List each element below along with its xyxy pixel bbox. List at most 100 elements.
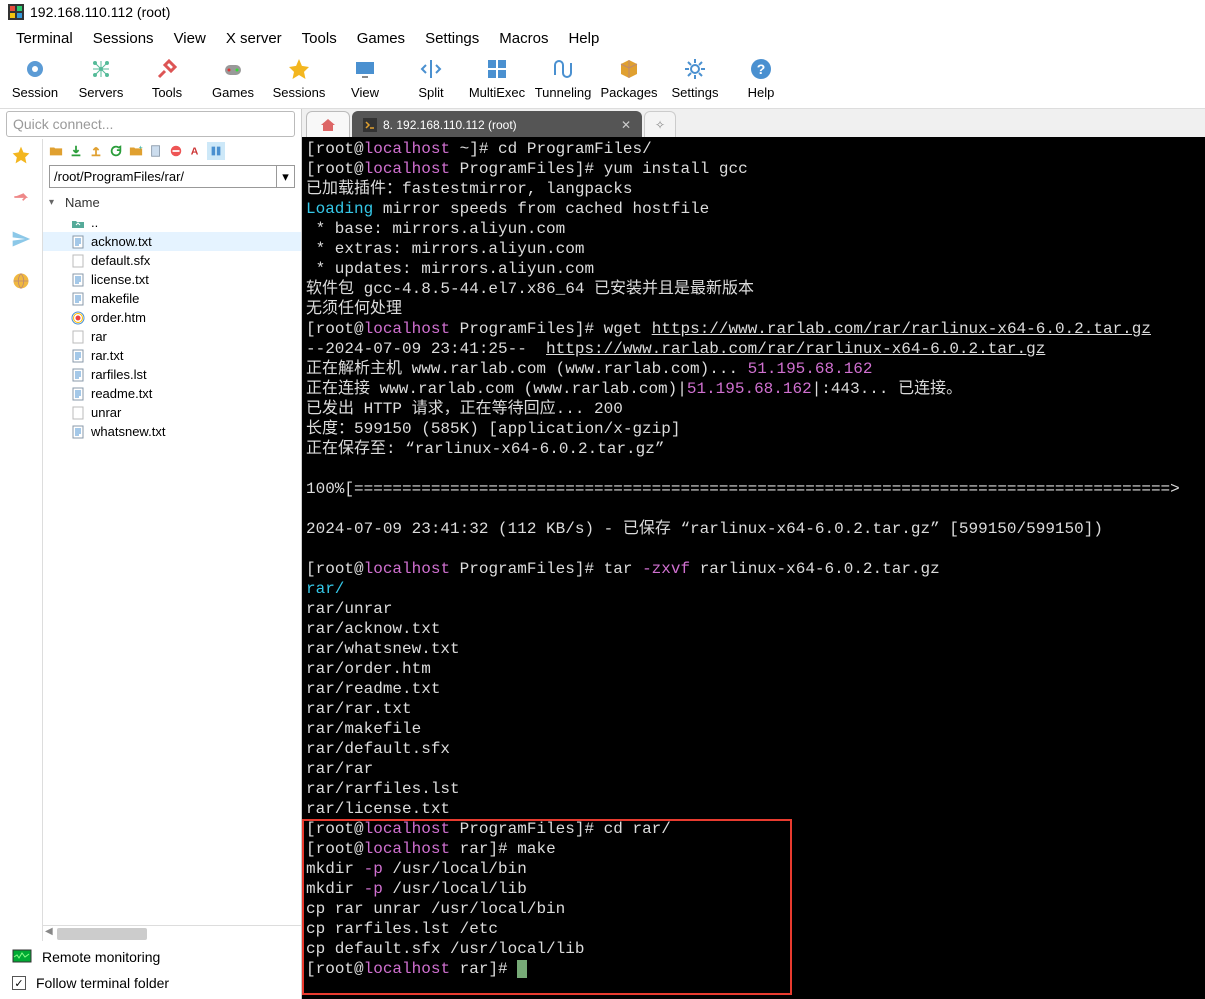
file-row[interactable]: readme.txt [43,384,301,403]
menu-help[interactable]: Help [558,26,609,51]
menu-settings[interactable]: Settings [415,26,489,51]
file-icon [71,235,85,249]
session-icon [23,57,47,81]
file-name: readme.txt [91,386,152,401]
games-icon [221,57,245,81]
file-name: acknow.txt [91,234,152,249]
remote-monitoring-row[interactable]: Remote monitoring [12,949,289,965]
app-logo-icon [8,4,24,20]
file-name: default.sfx [91,253,150,268]
toolbar-tools-button[interactable]: Tools [134,57,200,100]
toolbar-servers-button[interactable]: Servers [68,57,134,100]
file-tree-header[interactable]: Name [43,192,301,213]
view-icon [353,57,377,81]
menu-games[interactable]: Games [347,26,415,51]
toolbar-split-button[interactable]: Split [398,57,464,100]
globe-tab-icon[interactable] [9,269,33,293]
side-tabs [0,139,42,941]
settings-icon [683,57,707,81]
new-tab-button[interactable]: ✧ [644,111,676,137]
svg-text:A: A [191,146,199,158]
file-name: rar [91,329,107,344]
svg-text:+: + [139,145,143,152]
delete-icon[interactable] [167,142,185,160]
text-icon[interactable]: A [187,142,205,160]
file-row[interactable]: rar [43,327,301,346]
new-folder-icon[interactable]: + [127,142,145,160]
menu-sessions[interactable]: Sessions [83,26,164,51]
toolbar-view-button[interactable]: View [332,57,398,100]
terminal-output[interactable]: [root@localhost ~]# cd ProgramFiles/ [ro… [302,137,1205,999]
path-dropdown-icon[interactable]: ▾ [276,166,294,187]
file-row[interactable]: order.htm [43,308,301,327]
file-row[interactable]: makefile [43,289,301,308]
file-name: unrar [91,405,121,420]
toolbar-sessions-button[interactable]: Sessions [266,57,332,100]
main-toolbar: SessionServersToolsGamesSessionsViewSpli… [0,53,1205,109]
send-tab-icon[interactable] [9,227,33,251]
refresh-icon[interactable] [107,142,125,160]
toolbar-settings-button[interactable]: Settings [662,57,728,100]
file-row[interactable]: rar.txt [43,346,301,365]
svg-text:?: ? [757,61,766,77]
menu-macros[interactable]: Macros [489,26,558,51]
terminal-tabstrip: 8. 192.168.110.112 (root) ✕ ✧ [302,109,1205,137]
window-titlebar: 192.168.110.112 (root) [0,0,1205,24]
packages-icon [617,57,641,81]
toggle-view-icon[interactable] [207,142,225,160]
file-row[interactable]: rarfiles.lst [43,365,301,384]
menubar: TerminalSessionsViewX serverToolsGamesSe… [0,24,1205,53]
toolbar-tunneling-button[interactable]: Tunneling [530,57,596,100]
follow-terminal-row[interactable]: ✓ Follow terminal folder [12,975,289,991]
file-name: order.htm [91,310,146,325]
menu-view[interactable]: View [164,26,216,51]
menu-terminal[interactable]: Terminal [6,26,83,51]
toolbar-session-button[interactable]: Session [2,57,68,100]
file-icon [71,406,85,420]
sessions-icon [287,57,311,81]
upload-icon[interactable] [87,142,105,160]
home-tab[interactable] [306,111,350,137]
file-tree-hscroll[interactable] [43,925,301,941]
toolbar-multiexec-button[interactable]: MultiExec [464,57,530,100]
multiexec-icon [485,57,509,81]
close-tab-icon[interactable]: ✕ [621,118,631,132]
file-row[interactable]: .. [43,213,301,232]
path-input[interactable] [50,166,276,187]
toolbar-help-button[interactable]: ?Help [728,57,794,100]
file-name: rarfiles.lst [91,367,147,382]
toolbar-packages-button[interactable]: Packages [596,57,662,100]
follow-checkbox-icon[interactable]: ✓ [12,976,26,990]
file-icon [71,425,85,439]
sftp-tab-icon[interactable] [9,185,33,209]
servers-icon [89,57,113,81]
path-input-container: ▾ [49,165,295,188]
file-icon [71,368,85,382]
file-row[interactable]: license.txt [43,270,301,289]
follow-terminal-label: Follow terminal folder [36,975,169,991]
monitor-icon [12,949,32,965]
file-icon [71,349,85,363]
session-tab-active[interactable]: 8. 192.168.110.112 (root) ✕ [352,111,642,137]
file-row[interactable]: default.sfx [43,251,301,270]
file-icon [71,254,85,268]
file-name: license.txt [91,272,149,287]
toolbar-games-button[interactable]: Games [200,57,266,100]
remote-monitoring-label: Remote monitoring [42,949,160,965]
file-row[interactable]: unrar [43,403,301,422]
folder-up-icon[interactable] [47,142,65,160]
tunneling-icon [551,57,575,81]
file-icon [71,273,85,287]
download-icon[interactable] [67,142,85,160]
window-title: 192.168.110.112 (root) [30,4,170,20]
file-row[interactable]: whatsnew.txt [43,422,301,441]
menu-tools[interactable]: Tools [292,26,347,51]
quick-connect-input[interactable]: Quick connect... [6,111,295,137]
file-row[interactable]: acknow.txt [43,232,301,251]
plus-icon: ✧ [655,118,665,132]
new-file-icon[interactable] [147,142,165,160]
file-name: makefile [91,291,139,306]
menu-xserver[interactable]: X server [216,26,292,51]
file-name: .. [91,215,98,230]
favorites-tab-icon[interactable] [9,143,33,167]
